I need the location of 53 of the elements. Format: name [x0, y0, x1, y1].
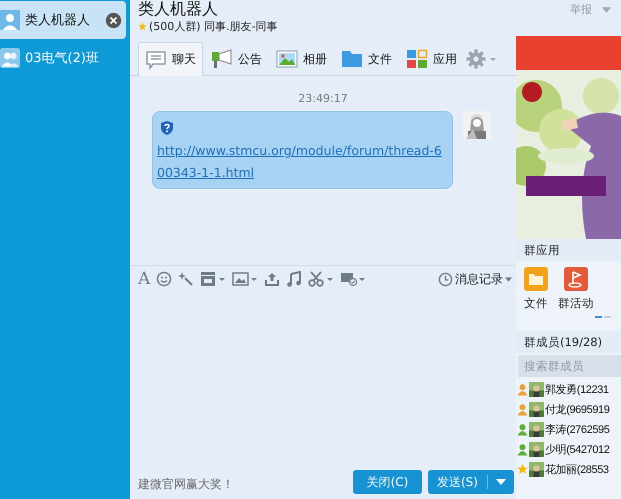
- section-title: 群应用: [516, 239, 621, 261]
- tab[interactable]: 相册: [270, 43, 333, 75]
- app-item[interactable]: 文件: [524, 267, 548, 311]
- music-icon[interactable]: [286, 271, 302, 287]
- folder-icon: [341, 49, 363, 69]
- caret-icon: [496, 479, 506, 485]
- group-title: 类人机器人: [138, 0, 219, 18]
- font-button[interactable]: A: [138, 269, 150, 289]
- search-field[interactable]: 搜索群成员: [518, 355, 621, 377]
- person-icon: [517, 442, 528, 456]
- member-row[interactable]: 付龙(9695919: [516, 399, 621, 419]
- flag-icon: [564, 267, 588, 291]
- member-row[interactable]: 郭发勇(12231: [516, 379, 621, 399]
- group-info: (500人群) 同事.朋友-同事: [149, 19, 278, 34]
- magic-wand-icon[interactable]: [178, 271, 194, 287]
- tab[interactable]: 文件: [335, 43, 398, 75]
- clock-icon: [438, 272, 453, 286]
- group-avatar-icon: [0, 45, 20, 71]
- member-row[interactable]: 李涛(2762595: [516, 419, 621, 439]
- chat-bubble-icon: [145, 50, 167, 70]
- close-icon[interactable]: [105, 12, 122, 28]
- screen-check-icon[interactable]: [340, 271, 366, 287]
- caret-icon: [505, 276, 512, 282]
- star-icon: [138, 22, 147, 31]
- member-row[interactable]: 花加丽(28553: [516, 459, 621, 479]
- image-icon[interactable]: [232, 271, 258, 287]
- chat-list-item[interactable]: 类人机器人: [0, 1, 126, 39]
- tab[interactable]: 聊天: [138, 42, 203, 76]
- caret-icon[interactable]: [602, 7, 611, 13]
- section-title: 群成员(19/28): [516, 331, 621, 353]
- upload-icon[interactable]: [264, 271, 280, 287]
- shield-question-icon: [159, 120, 175, 136]
- person-icon: [517, 402, 528, 416]
- smiley-icon[interactable]: [156, 271, 172, 287]
- message-time: 23:49:17: [298, 92, 348, 105]
- app-item[interactable]: 群活动: [558, 267, 594, 311]
- member-row[interactable]: 少明(5427012: [516, 439, 621, 459]
- chat-name: 类人机器人: [25, 12, 91, 29]
- apps-icon: [406, 49, 428, 69]
- person-icon: [517, 382, 528, 396]
- person-icon: [517, 422, 528, 436]
- folder-icon: [524, 267, 548, 291]
- chat-name: 03电气(2)班: [25, 50, 100, 67]
- tab[interactable]: 应用: [400, 43, 463, 75]
- tab[interactable]: 公告: [205, 43, 268, 75]
- settings-icon[interactable]: [465, 49, 499, 69]
- message-history-button[interactable]: 消息记录: [438, 270, 512, 288]
- contact-avatar-icon: [0, 7, 20, 33]
- image-icon: [276, 49, 298, 69]
- promo-text: 建微官网赢大奖！: [138, 476, 235, 493]
- star-icon: [517, 462, 528, 476]
- scissors-icon[interactable]: [308, 271, 334, 287]
- megaphone-icon: [211, 49, 233, 69]
